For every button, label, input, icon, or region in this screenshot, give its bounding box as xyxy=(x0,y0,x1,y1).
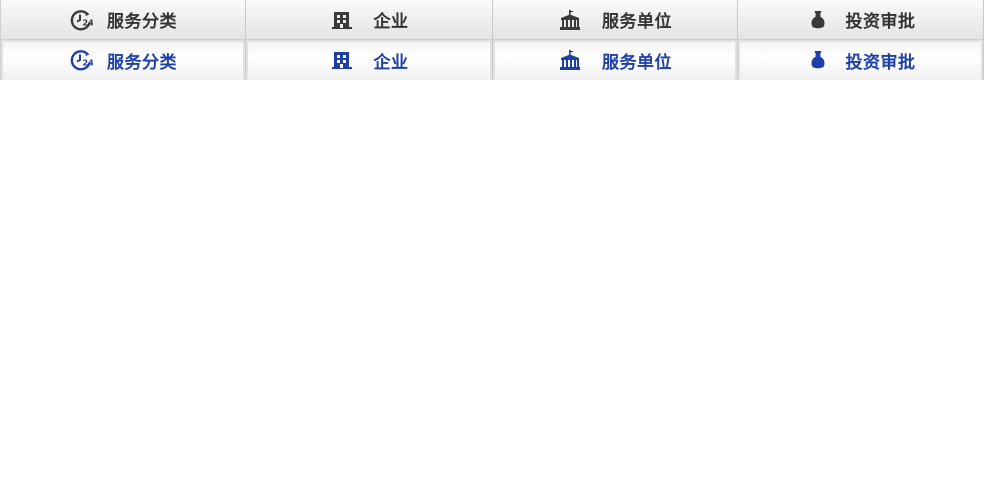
building-icon xyxy=(330,48,354,72)
money-bag-icon xyxy=(806,8,830,32)
money-bag-icon xyxy=(806,48,830,72)
svg-text:24: 24 xyxy=(83,59,94,68)
tab-label: 企业 xyxy=(373,52,409,73)
clock-24-icon: 24 xyxy=(69,48,93,72)
tab-bar-normal: 24 服务分类 企业 服务单位 投资审批 xyxy=(0,0,984,40)
svg-text:24: 24 xyxy=(83,18,94,27)
clock-24-icon: 24 xyxy=(69,8,93,32)
tab-service-unit-active[interactable]: 服务单位 xyxy=(493,40,738,80)
tab-investment-approval-active[interactable]: 投资审批 xyxy=(738,40,984,80)
government-hall-icon xyxy=(558,8,582,32)
tab-service-unit[interactable]: 服务单位 xyxy=(493,0,738,40)
tab-label: 投资审批 xyxy=(845,12,916,32)
tab-label: 企业 xyxy=(373,12,409,32)
government-hall-icon xyxy=(558,48,582,72)
tab-enterprise[interactable]: 企业 xyxy=(246,0,493,40)
tab-bar-active: 24 服务分类 企业 服务单位 投资审批 xyxy=(0,40,984,80)
tab-label: 服务分类 xyxy=(107,52,177,73)
tab-service-category-active[interactable]: 24 服务分类 xyxy=(0,40,246,80)
tab-investment-approval[interactable]: 投资审批 xyxy=(738,0,984,40)
tab-enterprise-active[interactable]: 企业 xyxy=(246,40,493,80)
tab-label: 投资审批 xyxy=(845,52,916,73)
building-icon xyxy=(330,8,354,32)
tab-label: 服务单位 xyxy=(602,52,672,73)
tab-label: 服务单位 xyxy=(602,12,672,32)
tab-service-category[interactable]: 24 服务分类 xyxy=(0,0,246,40)
tab-label: 服务分类 xyxy=(107,12,177,32)
